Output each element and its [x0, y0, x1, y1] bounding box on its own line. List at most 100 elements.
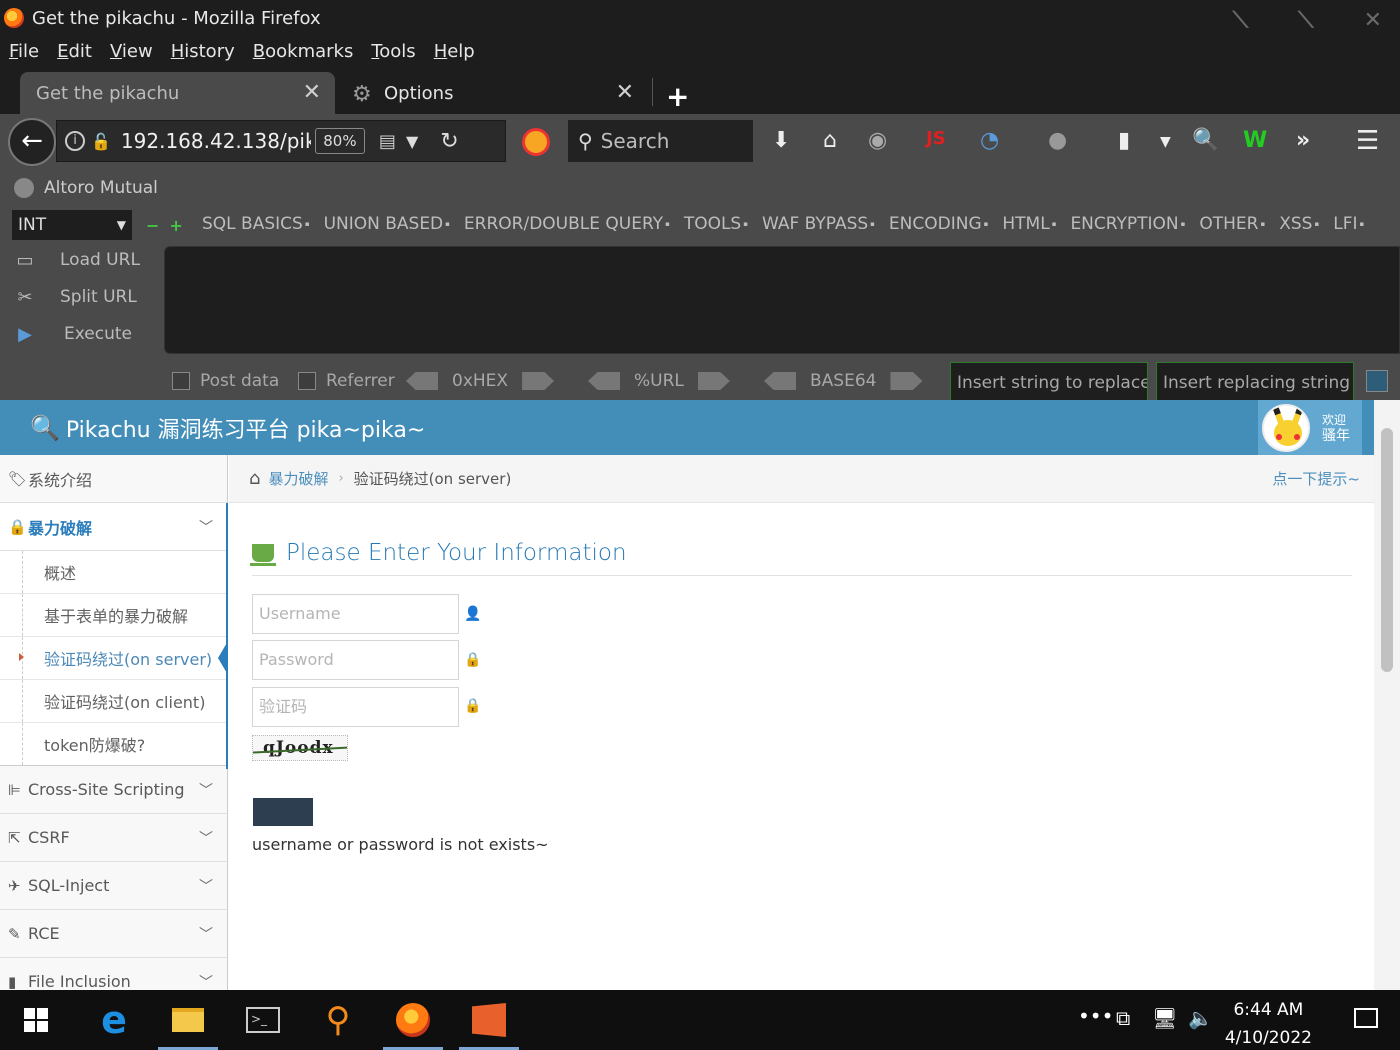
- execute-button[interactable]: ▶ Execute: [12, 320, 132, 348]
- replace-string-input[interactable]: Insert string to replace: [950, 362, 1148, 404]
- site-brand[interactable]: Pikachu 漏洞练习平台 pika~pika~: [66, 412, 425, 444]
- checkbox-box[interactable]: [172, 372, 190, 390]
- noscript-block-icon[interactable]: [522, 128, 550, 156]
- notification-center-icon[interactable]: [1354, 1008, 1378, 1028]
- addon-icon[interactable]: ●: [1048, 128, 1067, 153]
- magnifier-icon[interactable]: 🔍: [1192, 128, 1219, 153]
- referrer-checkbox[interactable]: Referrer: [298, 371, 395, 391]
- menu-help[interactable]: Help: [434, 41, 475, 62]
- menu-view[interactable]: View: [110, 41, 153, 62]
- new-tab-button[interactable]: +: [666, 80, 689, 113]
- terminal-app[interactable]: >_: [233, 990, 293, 1050]
- encode-arrow-icon[interactable]: [522, 372, 555, 390]
- maximize-button[interactable]: ⟍: [1298, 8, 1313, 33]
- menu-bookmarks[interactable]: Bookmarks: [253, 41, 354, 62]
- sidebar-item-bruteforce[interactable]: 🔒 暴力破解 ﹀: [0, 503, 227, 551]
- close-tab-icon[interactable]: ✕: [303, 80, 321, 105]
- hint-link[interactable]: 点一下提示~: [1272, 468, 1360, 489]
- network-icon[interactable]: ▤: [379, 131, 396, 152]
- search-bar[interactable]: ⚲ Search: [568, 120, 753, 162]
- sidebar-item-file-inclusion[interactable]: ▮ File Inclusion ﹀: [0, 958, 227, 990]
- back-button[interactable]: ←: [8, 118, 56, 166]
- firefox-app[interactable]: [383, 990, 443, 1050]
- decode-arrow-icon[interactable]: [406, 372, 438, 390]
- url-text[interactable]: 192.168.42.138/pikachu/vul/burteforce/bf…: [121, 129, 311, 153]
- home-icon[interactable]: ⌂: [249, 468, 260, 489]
- url-encoder[interactable]: %URL: [588, 371, 730, 391]
- post-data-checkbox[interactable]: Post data: [172, 371, 279, 391]
- close-tab-icon[interactable]: ✕: [616, 80, 634, 105]
- js-toggle-icon[interactable]: JS: [926, 128, 946, 149]
- url-dropdown-icon[interactable]: ▼: [406, 132, 418, 151]
- security-tray-icon[interactable]: ⧉: [1116, 1006, 1130, 1030]
- submenu-item-captcha-server[interactable]: 验证码绕过(on server): [0, 637, 228, 680]
- sidebar-item-intro[interactable]: 🏷 系统介绍: [0, 455, 227, 503]
- home-icon[interactable]: ⌂: [823, 128, 837, 153]
- menu-history[interactable]: History: [171, 41, 235, 62]
- hex-encoder[interactable]: 0xHEX: [406, 371, 555, 391]
- hackbar-menu-error-double-query[interactable]: ERROR/DOUBLE QUERY: [464, 214, 670, 234]
- captcha-image[interactable]: qJoodx: [252, 735, 348, 761]
- hackbar-menu-html[interactable]: HTML: [1002, 214, 1056, 234]
- extension-icon[interactable]: ◉: [868, 128, 887, 153]
- dropdown-icon[interactable]: ▼: [1160, 134, 1171, 150]
- search-tool-app[interactable]: ⚲: [308, 990, 368, 1050]
- sidebar-item-csrf[interactable]: ⇱ CSRF ﹀: [0, 814, 227, 862]
- zoom-indicator[interactable]: 80%: [314, 128, 365, 154]
- network-tray-icon[interactable]: 🖥: [1152, 1006, 1177, 1030]
- close-window-button[interactable]: ✕: [1364, 8, 1382, 33]
- hackbar-menu-other[interactable]: OTHER: [1199, 214, 1265, 234]
- encode-arrow-icon[interactable]: [697, 372, 730, 390]
- submenu-item-captcha-client[interactable]: 验证码绕过(on client): [0, 680, 227, 723]
- load-url-button[interactable]: ▭ Load URL: [12, 246, 139, 274]
- tab-get-the-pikachu[interactable]: Get the pikachu ✕: [20, 72, 335, 114]
- hackbar-menu-encryption[interactable]: ENCRYPTION: [1070, 214, 1185, 234]
- breadcrumb-parent-link[interactable]: 暴力破解: [268, 468, 328, 489]
- overflow-chevron-icon[interactable]: »: [1296, 128, 1310, 153]
- hackbar-menu-encoding[interactable]: ENCODING: [889, 214, 988, 234]
- captcha-input[interactable]: 验证码: [252, 687, 459, 727]
- clipboard-icon[interactable]: ▮: [1118, 128, 1130, 153]
- system-clock[interactable]: 6:44 AM 4/10/2022: [1225, 996, 1312, 1050]
- tab-options[interactable]: ⚙ Options ✕: [348, 72, 648, 114]
- username-input[interactable]: Username: [252, 594, 459, 634]
- scrollbar-thumb[interactable]: [1381, 428, 1393, 672]
- hackbar-plus-minus-icons[interactable]: −+: [146, 216, 193, 235]
- menu-file[interactable]: File: [9, 41, 39, 62]
- checkbox-box[interactable]: [298, 372, 316, 390]
- start-button[interactable]: [6, 990, 66, 1050]
- hackbar-menu-xss[interactable]: XSS: [1279, 214, 1319, 234]
- volume-icon[interactable]: 🔈: [1188, 1006, 1213, 1030]
- hackbar-menu-sql-basics[interactable]: SQL BASICS: [202, 214, 310, 234]
- replacing-string-input[interactable]: Insert replacing string: [1156, 362, 1354, 404]
- submenu-item-token[interactable]: token防爆破?: [0, 723, 227, 766]
- reload-icon[interactable]: ↻: [440, 129, 458, 154]
- split-url-button[interactable]: ✂ Split URL: [12, 283, 136, 311]
- hackbar-url-textarea[interactable]: [164, 246, 1400, 354]
- file-explorer-app[interactable]: [158, 990, 218, 1050]
- hackbar-menu-union-based[interactable]: UNION BASED: [324, 214, 450, 234]
- decode-arrow-icon[interactable]: [588, 372, 620, 390]
- password-input[interactable]: Password: [252, 640, 459, 680]
- more-tray-icons-icon[interactable]: •••: [1078, 1004, 1113, 1028]
- menu-edit[interactable]: Edit: [57, 41, 92, 62]
- base64-encoder[interactable]: BASE64: [764, 371, 923, 391]
- submenu-item-overview[interactable]: 概述: [0, 551, 227, 594]
- hackbar-menu-lfi[interactable]: LFI: [1333, 214, 1364, 234]
- hackbar-type-select[interactable]: INT ▼: [12, 210, 132, 240]
- download-icon[interactable]: ⬇: [772, 128, 790, 153]
- page-scrollbar[interactable]: [1374, 400, 1400, 990]
- encode-arrow-icon[interactable]: [890, 372, 923, 390]
- hamburger-menu-icon[interactable]: ☰: [1356, 126, 1379, 156]
- sidebar-item-xss[interactable]: ⊫ Cross-Site Scripting ﹀: [0, 766, 227, 814]
- edge-app[interactable]: e: [84, 990, 144, 1050]
- hackbar-menu-waf-bypass[interactable]: WAF BYPASS: [762, 214, 875, 234]
- minimize-button[interactable]: ⟍: [1233, 8, 1248, 33]
- replace-checkbox[interactable]: [1366, 370, 1388, 392]
- url-bar[interactable]: i 🔓 192.168.42.138/pikachu/vul/burteforc…: [56, 120, 506, 162]
- user-menu[interactable]: 欢迎 骚年: [1258, 400, 1362, 455]
- sidebar-item-rce[interactable]: ✎ RCE ﹀: [0, 910, 227, 958]
- burp-suite-app[interactable]: [459, 990, 519, 1050]
- submenu-item-form-bruteforce[interactable]: 基于表单的暴力破解: [0, 594, 227, 637]
- menu-tools[interactable]: Tools: [371, 41, 415, 62]
